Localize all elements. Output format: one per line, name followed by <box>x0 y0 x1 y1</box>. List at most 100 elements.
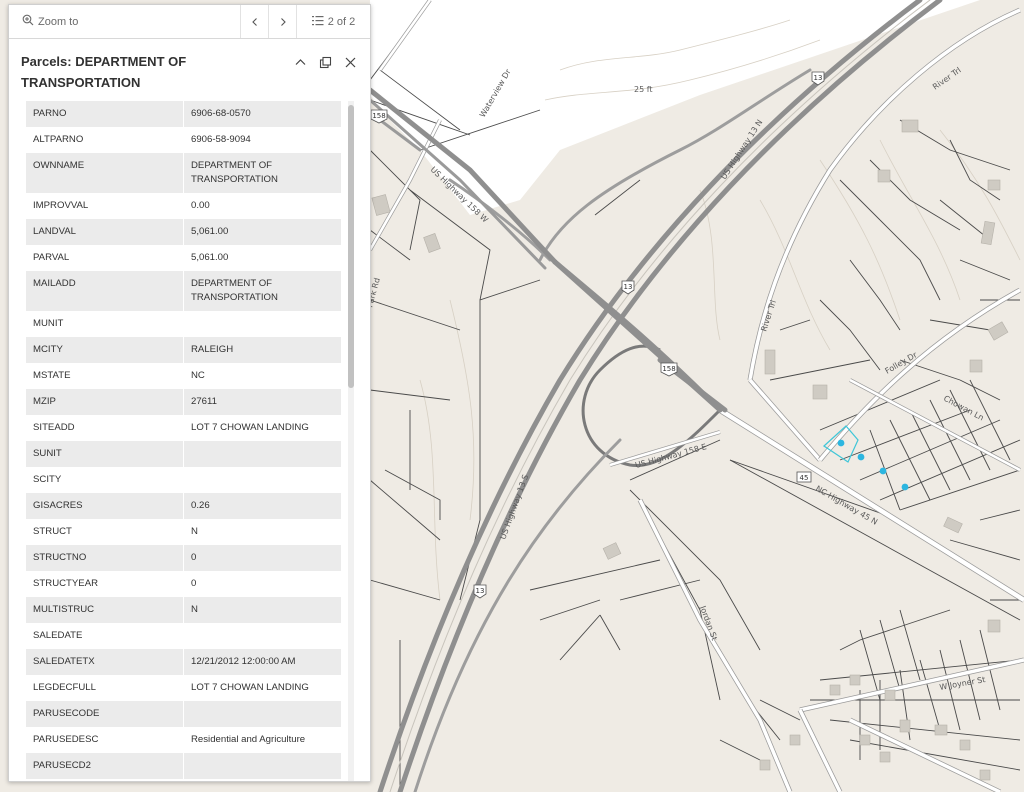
attribute-value: DEPARTMENT OF TRANSPORTATION <box>183 271 341 311</box>
popup-header-actions <box>293 51 358 70</box>
feature-list-button[interactable]: 2 of 2 <box>297 5 370 38</box>
point-marker <box>901 483 909 491</box>
zoom-to-button[interactable]: Zoom to <box>9 5 241 38</box>
attribute-value <box>183 467 341 493</box>
attribute-value: Residential and Agriculture <box>183 727 341 753</box>
attribute-row: SALEDATETX 12/21/2012 12:00:00 AM <box>26 649 341 675</box>
feature-popup: Zoom to 2 of 2 Parcels: DEPARTMENT OF TR… <box>8 4 371 782</box>
attribute-key: OWNNAME <box>26 153 184 193</box>
attribute-key: SALEDATE <box>26 623 184 649</box>
attribute-row: MCITY RALEIGH <box>26 337 341 363</box>
attribute-key: STRUCTYEAR <box>26 571 184 597</box>
attribute-value: N <box>183 519 341 545</box>
attribute-row: GISACRES 0.26 <box>26 493 341 519</box>
attribute-row: MAILADD DEPARTMENT OF TRANSPORTATION <box>26 271 341 311</box>
attribute-content[interactable]: PARNO 6906-68-0570 ALTPARNO 6906-58-9094 OWN… <box>26 101 358 781</box>
zoom-in-icon <box>22 14 34 29</box>
attribute-row: LEGDECFULL LOT 7 CHOWAN LANDING <box>26 675 341 701</box>
attribute-row: PARNO 6906-68-0570 <box>26 101 341 127</box>
attribute-row: SCITY <box>26 467 341 493</box>
attribute-key: PARVAL <box>26 245 184 271</box>
attribute-key: PARUSECD2 <box>26 753 184 779</box>
attribute-value: 12/21/2012 12:00:00 AM <box>183 649 341 675</box>
attribute-value: NC <box>183 363 341 389</box>
attribute-value <box>183 311 341 337</box>
attribute-row: SUNIT <box>26 441 341 467</box>
attribute-key: PARNO <box>26 101 184 127</box>
attribute-key: MCITY <box>26 337 184 363</box>
attribute-row: PARUSEDSC2 <box>26 779 341 781</box>
attribute-key: LANDVAL <box>26 219 184 245</box>
point-marker <box>879 467 887 475</box>
attribute-value <box>183 701 341 727</box>
attribute-key: PARUSECODE <box>26 701 184 727</box>
attribute-row: ALTPARNO 6906-58-9094 <box>26 127 341 153</box>
chevron-left-icon <box>251 17 257 26</box>
attribute-value: RALEIGH <box>183 337 341 363</box>
attribute-table: PARNO 6906-68-0570 ALTPARNO 6906-58-9094 OWN… <box>26 101 341 781</box>
attribute-value: 0.00 <box>183 193 341 219</box>
attribute-row: OWNNAME DEPARTMENT OF TRANSPORTATION <box>26 153 341 193</box>
attribute-key: SITEADD <box>26 415 184 441</box>
popup-header: Parcels: DEPARTMENT OF TRANSPORTATION <box>9 39 370 108</box>
feature-counter: 2 of 2 <box>327 15 356 28</box>
attribute-value <box>183 441 341 467</box>
dock-icon <box>319 56 332 69</box>
svg-text:13: 13 <box>814 74 823 82</box>
attribute-row: STRUCTNO 0 <box>26 545 341 571</box>
next-feature-button[interactable] <box>269 5 297 38</box>
attribute-row: STRUCT N <box>26 519 341 545</box>
svg-text:13: 13 <box>476 587 485 595</box>
svg-text:13: 13 <box>624 283 633 291</box>
scrollbar-track[interactable] <box>348 101 354 781</box>
svg-text:45: 45 <box>800 474 809 482</box>
list-icon <box>311 15 324 29</box>
attribute-value: N <box>183 597 341 623</box>
attribute-row: PARUSECD2 <box>26 753 341 779</box>
attribute-value: DEPARTMENT OF TRANSPORTATION <box>183 153 341 193</box>
attribute-value: 27611 <box>183 389 341 415</box>
svg-text:158: 158 <box>662 365 675 373</box>
attribute-key: MUNIT <box>26 311 184 337</box>
zoom-to-label: Zoom to <box>38 15 79 28</box>
attribute-row: LANDVAL 5,061.00 <box>26 219 341 245</box>
shield-us158-a: 158 <box>370 109 388 124</box>
attribute-key: SALEDATETX <box>26 649 184 675</box>
point-marker <box>857 453 865 461</box>
attribute-key: ALTPARNO <box>26 127 184 153</box>
attribute-value <box>183 623 341 649</box>
previous-feature-button[interactable] <box>241 5 269 38</box>
attribute-key: PARUSEDSC2 <box>26 779 184 781</box>
attribute-row: MUNIT <box>26 311 341 337</box>
close-button[interactable] <box>343 55 358 70</box>
collapse-button[interactable] <box>293 55 308 70</box>
attribute-row: PARVAL 5,061.00 <box>26 245 341 271</box>
attribute-row: SALEDATE <box>26 623 341 649</box>
attribute-row: SITEADD LOT 7 CHOWAN LANDING <box>26 415 341 441</box>
attribute-key: MSTATE <box>26 363 184 389</box>
attribute-key: GISACRES <box>26 493 184 519</box>
attribute-key: STRUCTNO <box>26 545 184 571</box>
label-contour-25: 25 ft <box>634 85 653 94</box>
close-icon <box>345 57 356 68</box>
attribute-value: 6906-68-0570 <box>183 101 341 127</box>
attribute-row: PARUSECODE <box>26 701 341 727</box>
attribute-key: MZIP <box>26 389 184 415</box>
dock-button[interactable] <box>318 55 333 70</box>
attribute-row: MZIP 27611 <box>26 389 341 415</box>
attribute-key: SUNIT <box>26 441 184 467</box>
attribute-key: LEGDECFULL <box>26 675 184 701</box>
attribute-key: STRUCT <box>26 519 184 545</box>
attribute-value: LOT 7 CHOWAN LANDING <box>183 675 341 701</box>
attribute-row: STRUCTYEAR 0 <box>26 571 341 597</box>
attribute-key: MAILADD <box>26 271 184 311</box>
attribute-value: 0 <box>183 571 341 597</box>
label-river-trl-1: River Trl <box>931 66 963 92</box>
attribute-key: PARUSEDESC <box>26 727 184 753</box>
svg-text:158: 158 <box>372 112 385 120</box>
attribute-value: 5,061.00 <box>183 245 341 271</box>
chevron-right-icon <box>280 17 286 26</box>
scrollbar-thumb[interactable] <box>348 105 354 388</box>
attribute-value <box>183 753 341 779</box>
point-marker <box>837 439 845 447</box>
